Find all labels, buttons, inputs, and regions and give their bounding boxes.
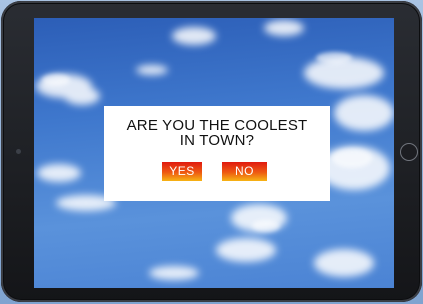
yes-button[interactable]: YES: [162, 162, 202, 181]
confirm-dialog: ARE YOU THE COOLEST IN TOWN? YES NO: [104, 106, 330, 201]
tablet-screen: ARE YOU THE COOLEST IN TOWN? YES NO: [34, 18, 394, 288]
home-button-icon[interactable]: [400, 143, 418, 161]
dialog-question: ARE YOU THE COOLEST IN TOWN?: [104, 118, 330, 148]
no-button[interactable]: NO: [222, 162, 267, 181]
camera-icon: [16, 149, 21, 154]
question-line-2: IN TOWN?: [179, 132, 255, 149]
